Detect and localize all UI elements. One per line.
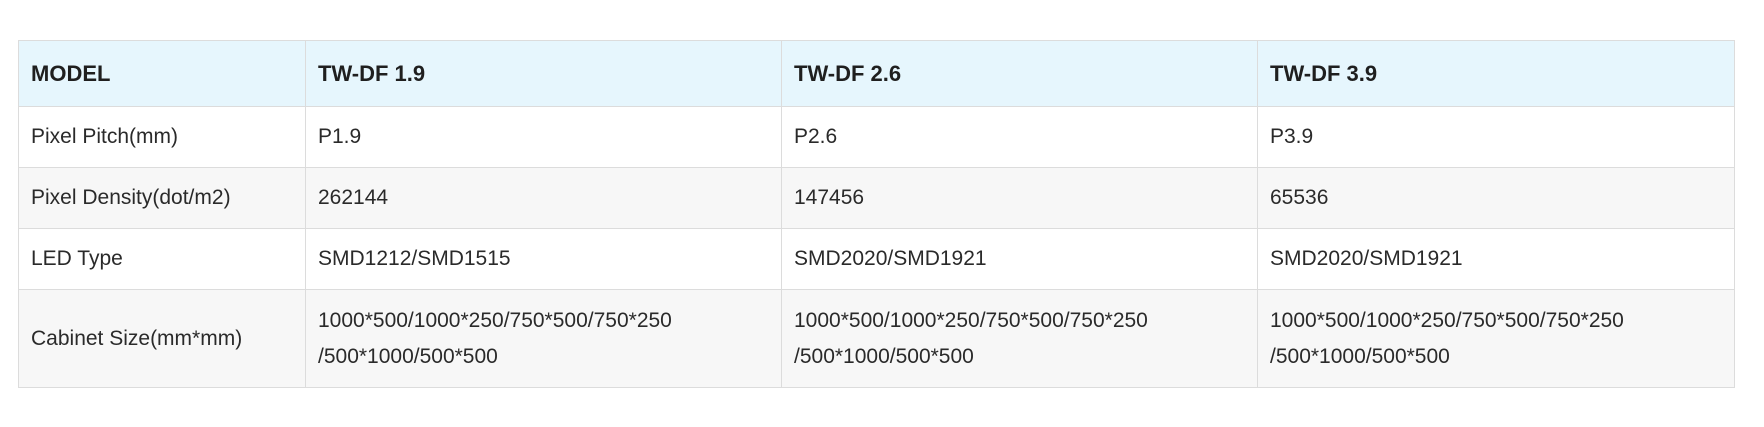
- table-cell: P1.9: [305, 106, 782, 168]
- table-cell: 1000*500/1000*250/750*500/750*250 /500*1…: [1257, 289, 1735, 388]
- table-body: Pixel Pitch(mm) P1.9 P2.6 P3.9 Pixel Den…: [18, 106, 1735, 388]
- cell-line: 1000*500/1000*250/750*500/750*250: [318, 308, 672, 332]
- table-cell: 147456: [781, 167, 1258, 229]
- header-cell-model: MODEL: [18, 40, 306, 107]
- table-header: MODEL TW-DF 1.9 TW-DF 2.6 TW-DF 3.9: [18, 40, 1735, 107]
- header-cell-tw-df-3-9: TW-DF 3.9: [1257, 40, 1735, 107]
- table-cell: 65536: [1257, 167, 1735, 229]
- cell-line: /500*1000/500*500: [318, 344, 498, 368]
- cell-line: /500*1000/500*500: [1270, 344, 1450, 368]
- row-label: Pixel Density(dot/m2): [18, 167, 306, 229]
- table-row-led-type: LED Type SMD1212/SMD1515 SMD2020/SMD1921…: [18, 228, 1735, 290]
- table-cell: 262144: [305, 167, 782, 229]
- table-cell: SMD1212/SMD1515: [305, 228, 782, 290]
- table-cell: 1000*500/1000*250/750*500/750*250 /500*1…: [305, 289, 782, 388]
- header-row: MODEL TW-DF 1.9 TW-DF 2.6 TW-DF 3.9: [18, 40, 1735, 107]
- cell-line: 1000*500/1000*250/750*500/750*250: [794, 308, 1148, 332]
- header-cell-tw-df-1-9: TW-DF 1.9: [305, 40, 782, 107]
- table-cell: P2.6: [781, 106, 1258, 168]
- table-row-pixel-pitch: Pixel Pitch(mm) P1.9 P2.6 P3.9: [18, 106, 1735, 168]
- table-cell: SMD2020/SMD1921: [1257, 228, 1735, 290]
- table-cell: P3.9: [1257, 106, 1735, 168]
- row-label: LED Type: [18, 228, 306, 290]
- row-label: Cabinet Size(mm*mm): [18, 289, 306, 388]
- table-row-pixel-density: Pixel Density(dot/m2) 262144 147456 6553…: [18, 167, 1735, 229]
- table-cell: 1000*500/1000*250/750*500/750*250 /500*1…: [781, 289, 1258, 388]
- table-row-cabinet-size: Cabinet Size(mm*mm) 1000*500/1000*250/75…: [18, 289, 1735, 388]
- cell-line: 1000*500/1000*250/750*500/750*250: [1270, 308, 1624, 332]
- header-cell-tw-df-2-6: TW-DF 2.6: [781, 40, 1258, 107]
- row-label: Pixel Pitch(mm): [18, 106, 306, 168]
- table-cell: SMD2020/SMD1921: [781, 228, 1258, 290]
- spec-table: MODEL TW-DF 1.9 TW-DF 2.6 TW-DF 3.9 Pixe…: [18, 40, 1735, 388]
- cell-line: /500*1000/500*500: [794, 344, 974, 368]
